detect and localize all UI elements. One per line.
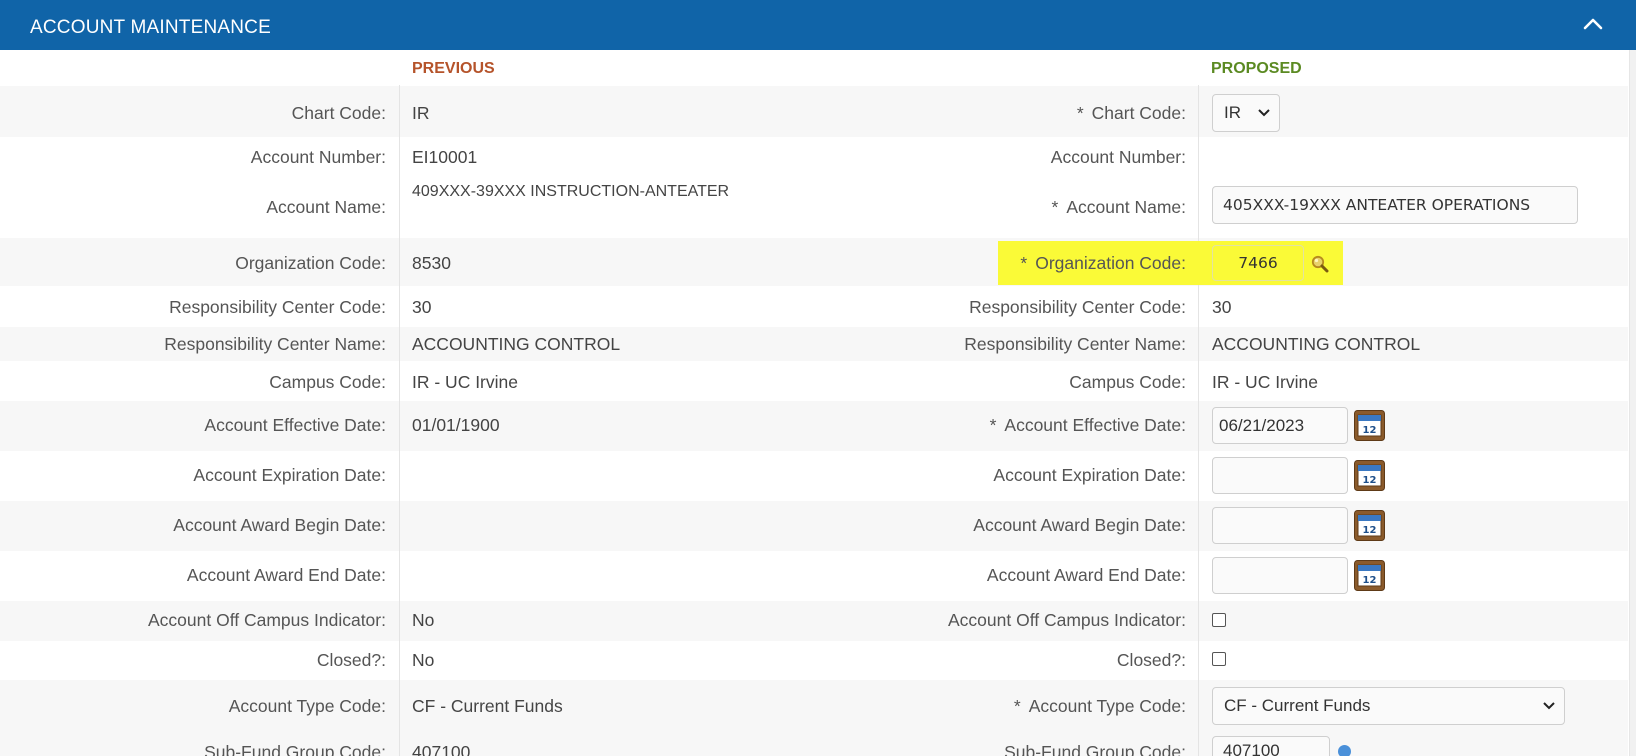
account-name-label: Account Name: [266,197,386,217]
account-name-input[interactable]: 405XXX-19XXX ANTEATER OPERATIONS [1212,186,1578,224]
svg-text:12: 12 [1363,525,1377,536]
expiration-date-input[interactable] [1212,457,1348,494]
resp-center-name-proposed: ACCOUNTING CONTROL [1212,334,1421,354]
chart-code-proposed-label: * Chart Code: [1076,103,1186,123]
expiration-date-label: Account Expiration Date: [193,465,386,485]
account-name-proposed-label: * Account Name: [1051,197,1186,217]
section-header: ACCOUNT MAINTENANCE [0,0,1636,50]
chart-code-select[interactable]: IR [1212,94,1280,132]
account-type-proposed-label: * Account Type Code: [1013,696,1186,716]
svg-text:12: 12 [1363,425,1377,436]
resp-center-code-label: Responsibility Center Code: [169,297,386,317]
effective-date-input[interactable]: 06/21/2023 [1212,407,1348,444]
resp-center-code-proposed-label: Responsibility Center Code: [969,297,1186,317]
row-bg-chart-code [0,86,1628,137]
sub-fund-group-label: Sub-Fund Group Code: [204,742,386,756]
sub-fund-group-previous: 407100 [412,742,471,756]
column-divider-previous [399,85,400,756]
resp-center-code-previous: 30 [412,297,432,317]
calendar-icon[interactable]: 12 [1354,560,1385,591]
chart-code-label: Chart Code: [291,103,386,123]
off-campus-proposed-label: Account Off Campus Indicator: [948,610,1186,630]
account-type-label: Account Type Code: [228,696,386,716]
expiration-date-proposed-label: Account Expiration Date: [993,465,1186,485]
award-end-date-proposed-label: Account Award End Date: [986,565,1186,585]
account-type-select[interactable]: CF - Current Funds [1212,687,1565,725]
organization-code-input[interactable]: 7466 [1212,245,1304,281]
resp-center-name-label: Responsibility Center Name: [164,334,386,354]
magnifier-icon[interactable] [1310,255,1330,273]
campus-code-label: Campus Code: [269,372,386,392]
chevron-down-icon [1258,109,1270,117]
organization-code-previous: 8530 [412,253,451,273]
chevron-down-icon [1543,702,1555,710]
chevron-up-icon[interactable] [1581,12,1605,36]
sub-fund-group-proposed-label: Sub-Fund Group Code: [1004,742,1186,756]
effective-date-previous: 01/01/1900 [412,415,500,435]
sub-fund-group-input[interactable]: 407100 [1212,736,1330,756]
award-begin-date-proposed-label: Account Award Begin Date: [973,515,1186,535]
award-end-date-label: Account Award End Date: [186,565,386,585]
award-begin-date-label: Account Award Begin Date: [173,515,386,535]
account-type-previous: CF - Current Funds [412,696,563,716]
off-campus-label: Account Off Campus Indicator: [148,610,386,630]
resp-center-code-proposed: 30 [1212,297,1232,317]
off-campus-previous: No [412,610,435,630]
calendar-icon[interactable]: 12 [1354,410,1385,441]
resp-center-name-previous: ACCOUNTING CONTROL [412,334,621,354]
account-number-proposed-label: Account Number: [1050,147,1186,167]
account-name-previous: 409XXX-39XXX INSTRUCTION-ANTEATER [412,183,730,200]
lookup-icon[interactable] [1338,745,1351,756]
effective-date-label: Account Effective Date: [204,415,386,435]
proposed-column-heading: PROPOSED [1211,60,1302,77]
award-end-date-input[interactable] [1212,557,1348,594]
closed-previous: No [412,650,435,670]
svg-text:12: 12 [1363,475,1377,486]
section-title: ACCOUNT MAINTENANCE [30,17,271,38]
column-divider-proposed [1198,85,1199,756]
closed-proposed-label: Closed?: [1116,650,1186,670]
calendar-icon[interactable]: 12 [1354,510,1385,541]
closed-label: Closed?: [316,650,386,670]
award-begin-date-input[interactable] [1212,507,1348,544]
closed-checkbox[interactable] [1212,652,1226,666]
chart-code-previous: IR [412,103,430,123]
svg-text:12: 12 [1363,575,1377,586]
effective-date-proposed-label: * Account Effective Date: [989,415,1186,435]
organization-code-proposed-label: * Organization Code: [1020,253,1186,273]
off-campus-checkbox[interactable] [1212,613,1226,627]
organization-code-label: Organization Code: [235,253,386,273]
resp-center-name-proposed-label: Responsibility Center Name: [964,334,1186,354]
calendar-icon[interactable]: 12 [1354,460,1385,491]
vertical-scrollbar[interactable] [1629,50,1636,756]
account-number-label: Account Number: [250,147,386,167]
account-number-previous: EI10001 [412,147,478,167]
campus-code-proposed: IR - UC Irvine [1212,372,1318,392]
campus-code-proposed-label: Campus Code: [1069,372,1186,392]
campus-code-previous: IR - UC Irvine [412,372,518,392]
previous-column-heading: PREVIOUS [412,60,495,77]
